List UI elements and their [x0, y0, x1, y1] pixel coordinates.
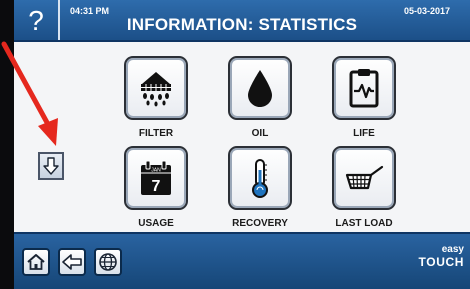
page-title: INFORMATION: STATISTICS	[126, 15, 358, 34]
home-button[interactable]	[22, 248, 50, 276]
oil-button[interactable]	[228, 56, 292, 120]
brand-text-top: easy	[441, 244, 464, 255]
back-arrow-icon	[62, 254, 82, 270]
usage-label: USAGE	[138, 218, 174, 229]
statistics-menu: FILTER OIL LIFE JAN 7 USAGE RECOVERY LAS…	[14, 42, 470, 232]
calendar-icon: JAN 7	[141, 160, 171, 195]
filter-icon	[141, 72, 171, 107]
life-clipboard-icon	[349, 69, 379, 108]
last-load-label: LAST LOAD	[335, 218, 393, 229]
last-load-button[interactable]	[332, 146, 396, 210]
recovery-label: RECOVERY	[232, 218, 288, 229]
scroll-down-button[interactable]	[38, 152, 64, 180]
down-arrow-icon	[43, 157, 59, 175]
thermometer-icon	[252, 159, 268, 198]
current-date: 05-03-2017	[403, 6, 450, 16]
oil-label: OIL	[251, 128, 269, 139]
recovery-button[interactable]	[228, 146, 292, 210]
home-icon	[27, 254, 45, 270]
touch-screen: ? 04:31 PM INFORMATION: STATISTICS 05-03…	[14, 0, 470, 289]
brand-logo: easy TOUCH	[394, 245, 464, 285]
filter-button[interactable]	[124, 56, 188, 120]
brand-text-bottom: TOUCH	[418, 255, 464, 269]
life-label: LIFE	[353, 128, 375, 139]
calendar-month: JAN	[151, 168, 161, 174]
oil-drop-icon	[248, 70, 272, 107]
back-button[interactable]	[58, 248, 86, 276]
globe-icon	[99, 253, 117, 271]
filter-label: FILTER	[138, 128, 174, 139]
language-button[interactable]	[94, 248, 122, 276]
header-bar: ? 04:31 PM INFORMATION: STATISTICS 05-03…	[14, 0, 470, 42]
calendar-day: 7	[152, 178, 161, 195]
fryer-basket-icon	[345, 165, 384, 190]
life-button[interactable]	[332, 56, 396, 120]
usage-button[interactable]: JAN 7	[124, 146, 188, 210]
